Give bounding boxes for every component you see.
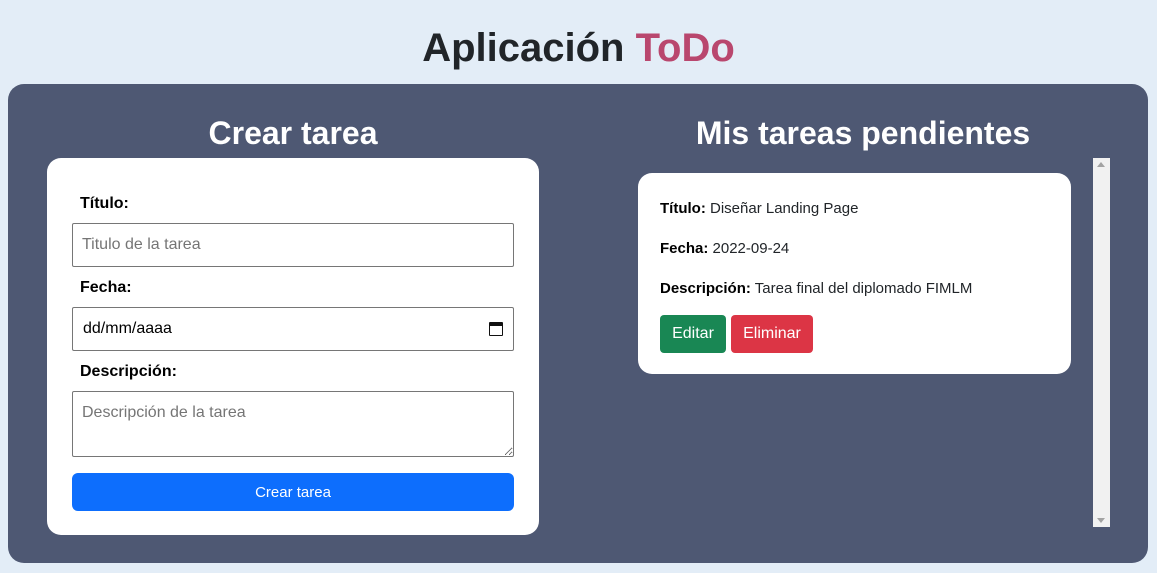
task-description-row: Descripción: Tarea final del diplomado F… <box>660 280 972 297</box>
title-label: Título: <box>80 195 129 212</box>
description-label: Descripción: <box>80 363 177 380</box>
task-date-row: Fecha: 2022-09-24 <box>660 240 789 257</box>
delete-task-button[interactable]: Eliminar <box>731 315 813 353</box>
task-title-label: Título: <box>660 200 706 217</box>
create-task-heading: Crear tarea <box>208 115 378 151</box>
task-list-scrollbar[interactable] <box>1093 158 1110 527</box>
date-input-value: dd/mm/aaaa <box>83 320 172 337</box>
create-task-button[interactable]: Crear tarea <box>72 473 514 511</box>
date-label: Fecha: <box>80 279 132 296</box>
main-panel: Crear tarea Título: Fecha: dd/mm/aaaa De… <box>8 84 1148 563</box>
title-input[interactable] <box>72 223 514 267</box>
description-textarea[interactable] <box>72 391 514 457</box>
task-description-value: Tarea final del diplomado FIMLM <box>754 280 973 297</box>
create-task-form: Título: Fecha: dd/mm/aaaa Descripción: C… <box>47 158 539 535</box>
app-title-main: Aplicación <box>422 26 625 70</box>
task-date-label: Fecha: <box>660 240 709 257</box>
task-card: Título: Diseñar Landing Page Fecha: 2022… <box>638 173 1071 374</box>
task-date-value: 2022-09-24 <box>712 240 790 257</box>
app-title: Aplicación ToDo <box>0 24 1157 72</box>
edit-task-button[interactable]: Editar <box>660 315 726 353</box>
task-description-label: Descripción: <box>660 280 751 297</box>
task-list: Título: Diseñar Landing Page Fecha: 2022… <box>638 158 1110 527</box>
date-input[interactable]: dd/mm/aaaa <box>72 307 514 351</box>
pending-tasks-heading: Mis tareas pendientes <box>695 115 1031 151</box>
task-title-row: Título: Diseñar Landing Page <box>660 200 858 217</box>
scroll-up-icon[interactable] <box>1097 162 1105 167</box>
app-title-accent: ToDo <box>635 26 735 70</box>
calendar-icon[interactable] <box>489 322 503 336</box>
scroll-down-icon[interactable] <box>1097 518 1105 523</box>
task-title-value: Diseñar Landing Page <box>710 200 859 217</box>
